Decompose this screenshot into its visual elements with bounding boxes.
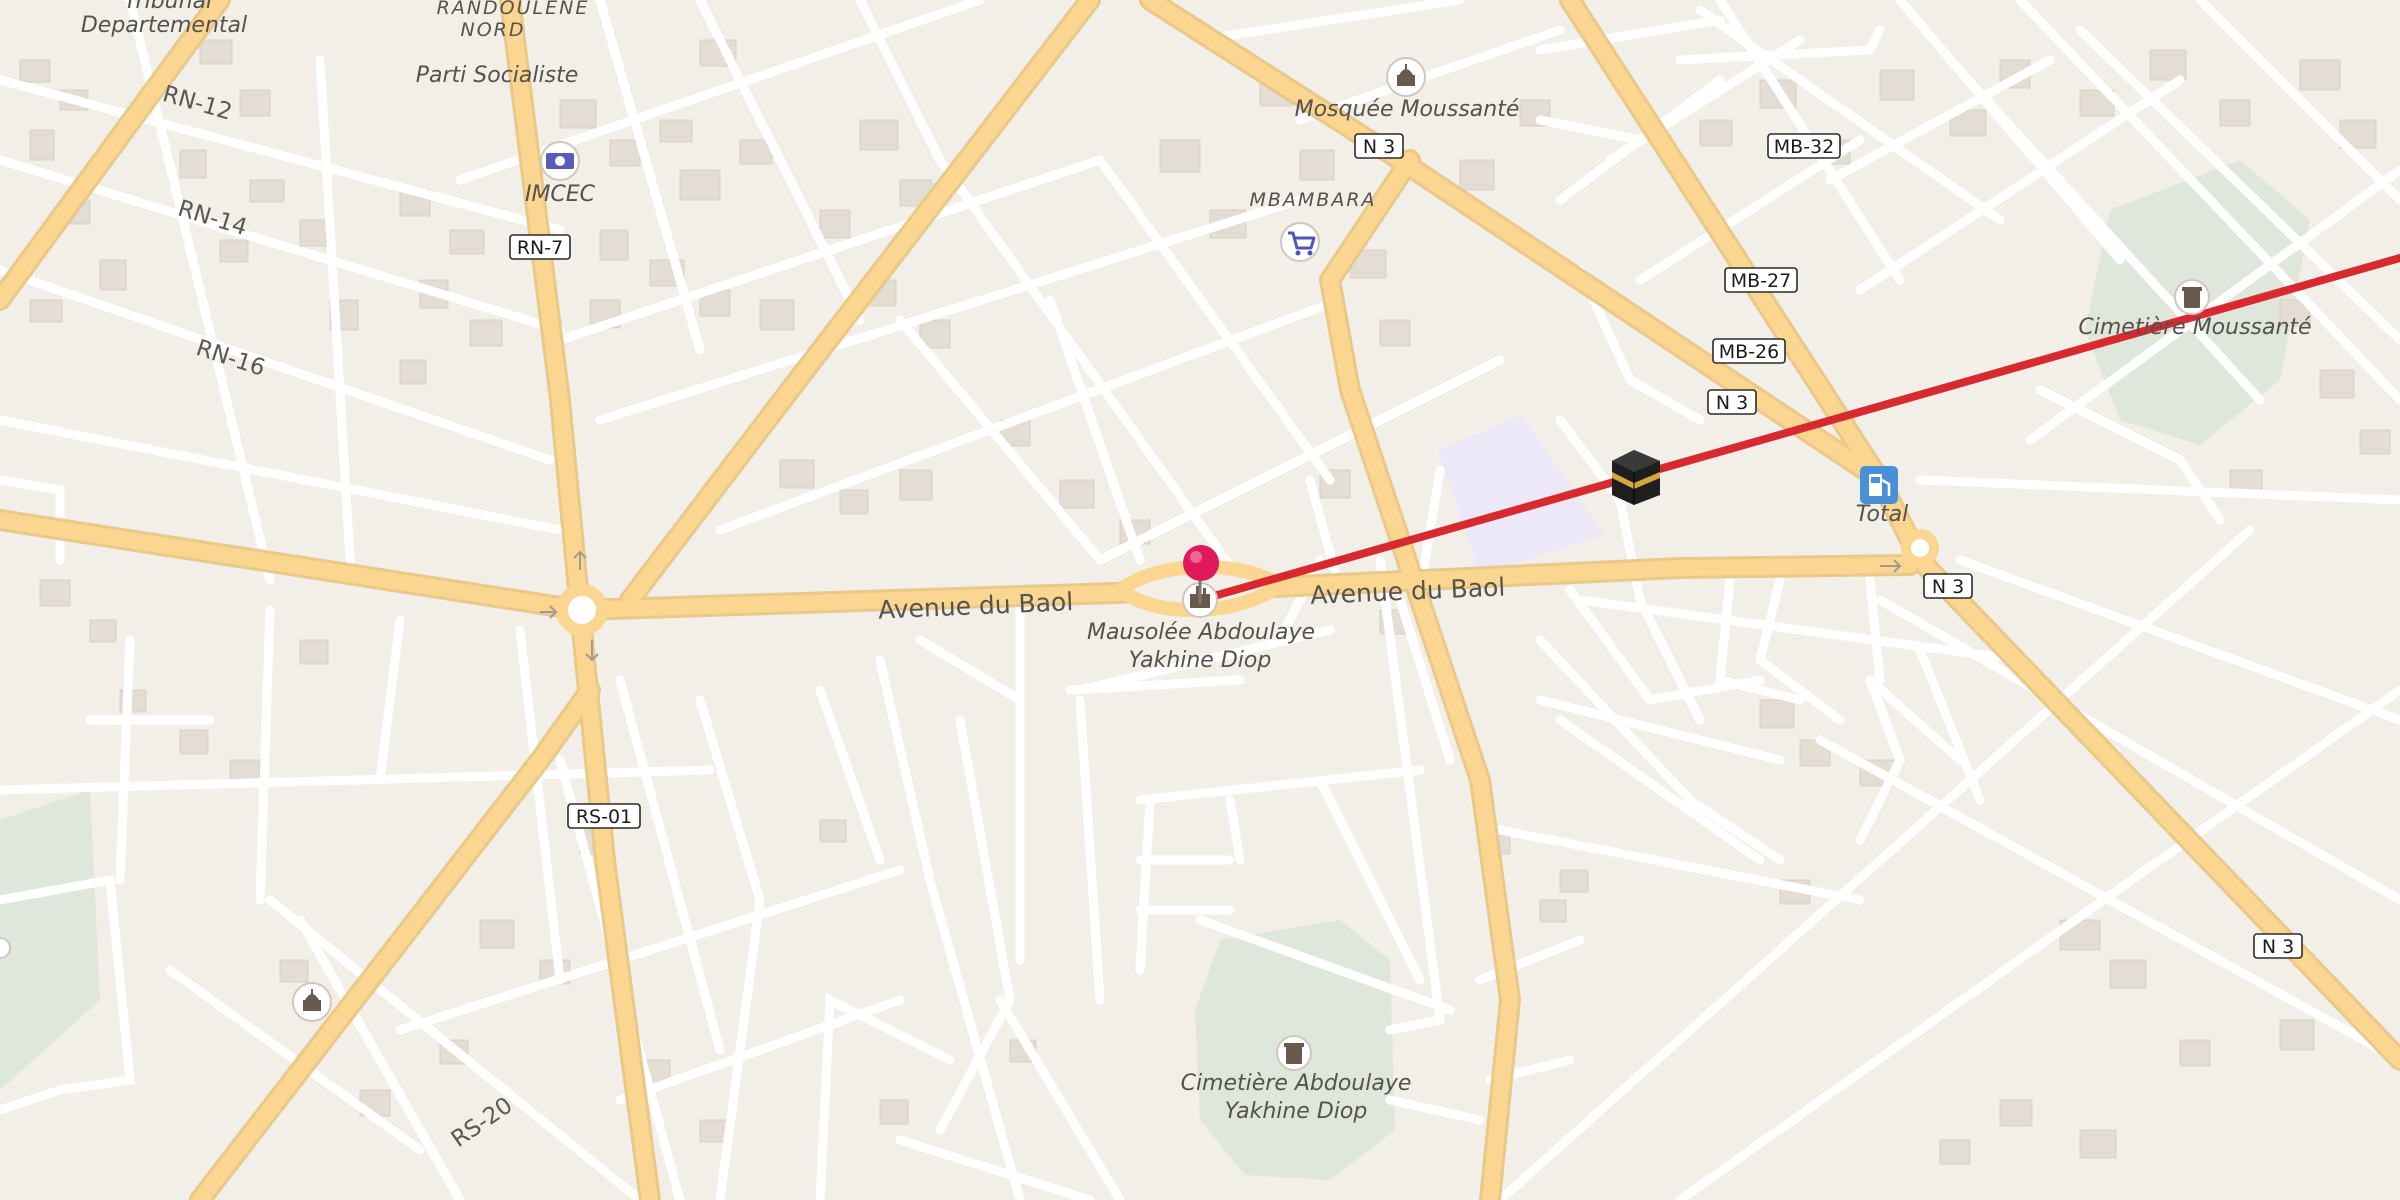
mosque-icon[interactable] bbox=[292, 982, 332, 1022]
bank-icon[interactable] bbox=[540, 141, 580, 181]
fuel-station-icon[interactable] bbox=[1860, 466, 1898, 504]
svg-text:RS-01: RS-01 bbox=[576, 806, 632, 828]
place-label-total: Total bbox=[1856, 502, 1908, 527]
place-label-cimetiere-moussante: Cimetière Moussanté bbox=[2078, 315, 2311, 340]
roundabout-east bbox=[1901, 529, 1939, 567]
place-label-tribunal: Tribunal bbox=[124, 0, 212, 14]
svg-text:MB-27: MB-27 bbox=[1731, 270, 1791, 292]
place-label-cimetiere-abdoulaye-line1: Cimetière Abdoulaye bbox=[1181, 1071, 1412, 1096]
svg-text:N 3: N 3 bbox=[2262, 936, 2294, 958]
district-label-randoulene: RANDOULENE bbox=[437, 0, 590, 19]
place-label-cimetiere-abdoulaye-line2: Yakhine Diop bbox=[1225, 1099, 1368, 1124]
shield-n3-mid: N 3 bbox=[1707, 389, 1757, 415]
svg-text:MB-32: MB-32 bbox=[1774, 136, 1834, 158]
place-label-mosquee-moussante: Mosquée Moussanté bbox=[1295, 97, 1520, 122]
mosque-icon[interactable] bbox=[1386, 57, 1426, 97]
svg-text:N 3: N 3 bbox=[1932, 576, 1964, 598]
svg-text:MB-26: MB-26 bbox=[1719, 341, 1779, 363]
svg-text:RN-7: RN-7 bbox=[517, 237, 563, 259]
shield-mb26: MB-26 bbox=[1712, 338, 1786, 364]
roundabout-west bbox=[556, 584, 608, 636]
shopping-cart-icon[interactable] bbox=[1280, 222, 1320, 262]
shield-rs01: RS-01 bbox=[567, 803, 641, 829]
shield-rn7: RN-7 bbox=[509, 234, 571, 260]
svg-text:N 3: N 3 bbox=[1363, 136, 1395, 158]
cemetery-icon[interactable] bbox=[2174, 279, 2210, 315]
kaaba-icon[interactable] bbox=[1612, 450, 1660, 505]
svg-text:N 3: N 3 bbox=[1716, 392, 1748, 414]
place-label-mausolee-line1: Mausolée Abdoulaye bbox=[1087, 620, 1315, 645]
shield-mb27: MB-27 bbox=[1724, 267, 1798, 293]
place-label-parti-socialiste: Parti Socialiste bbox=[416, 63, 579, 88]
shield-mb32: MB-32 bbox=[1767, 133, 1841, 159]
shield-n3-right: N 3 bbox=[1923, 573, 1973, 599]
map-canvas[interactable]: RN-12 RN-14 RN-16 RS-20 Avenue du Baol A… bbox=[0, 0, 2400, 1200]
place-label-departemental: Departemental bbox=[81, 13, 247, 38]
cemetery-icon[interactable] bbox=[1276, 1035, 1312, 1071]
district-label-mbambara: MBAMBARA bbox=[1249, 189, 1376, 211]
shield-n3-top: N 3 bbox=[1354, 133, 1404, 159]
place-label-mausolee-line2: Yakhine Diop bbox=[1129, 648, 1272, 673]
place-label-imcec: IMCEC bbox=[525, 182, 596, 207]
district-label-nord: NORD bbox=[461, 19, 526, 41]
shield-n3-bottom: N 3 bbox=[2253, 933, 2303, 959]
